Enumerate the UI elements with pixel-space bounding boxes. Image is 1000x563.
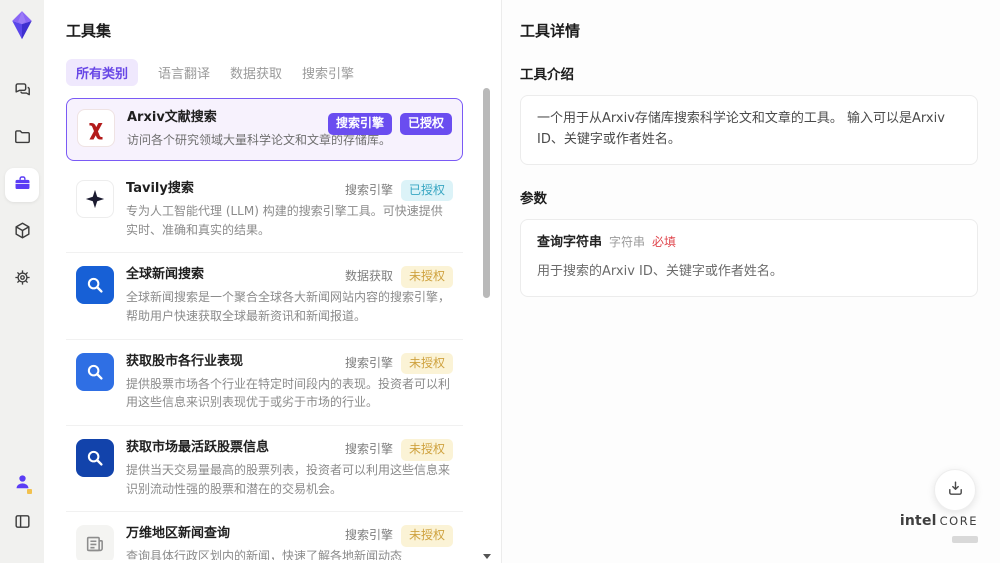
tool-description: 提供当天交易量最高的股票列表，投资者可以利用这些信息来识别流动性强的股票和潜在的…: [126, 463, 451, 496]
intel-wordmark: intel: [899, 513, 937, 530]
tool-badges: 搜索引擎 未授权: [345, 525, 453, 547]
panel-toggle-icon: [13, 512, 32, 535]
auth-status-badge: 未授权: [400, 352, 453, 375]
sidebar-item-account[interactable]: [5, 466, 39, 500]
param-box: 查询字符串 字符串 必填 用于搜索的Arxiv ID、关键字或作者姓名。: [520, 218, 978, 298]
param-description: 用于搜索的Arxiv ID、关键字或作者姓名。: [537, 264, 783, 280]
briefcase-icon: [13, 174, 32, 197]
category-badge: 搜索引擎: [344, 441, 393, 456]
tavily-icon: [76, 179, 114, 218]
auth-status-badge: 未授权: [400, 266, 453, 288]
tool-detail-panel: 工具详情 工具介绍 一个用于从Arxiv存储库搜索科学论文和文章的工具。 输入可…: [502, 0, 1000, 563]
tool-description: 提供股票市场各个行业在特定时间段内的表现。投资者可以利用这些信息来识别表现优于或…: [126, 376, 451, 410]
tool-list: χ Arxiv文献搜索 访问各个研究领域大量科学论文和文章的存储库。 搜索引擎 …: [66, 98, 501, 560]
chat-icon: [13, 80, 32, 103]
category-badge: 搜索引擎: [344, 528, 393, 543]
auth-status-badge: 已授权: [399, 113, 452, 135]
stock-active-icon: [76, 438, 114, 477]
download-button[interactable]: [934, 469, 976, 511]
list-item-global-news-search[interactable]: 全球新闻搜索 全球新闻搜索是一个聚合全球各大新闻网站内容的搜索引擎，帮助用户快速…: [66, 253, 463, 340]
scrollbar-down-arrow[interactable]: [483, 554, 491, 559]
tab-all-categories[interactable]: 所有类别: [66, 59, 139, 86]
tools-panel: 工具集 所有类别 语言翻译 数据获取 搜索引擎 χ Arxiv文献搜索 访问各个研究领…: [44, 0, 502, 563]
sidebar-item-chat[interactable]: [5, 74, 39, 108]
list-item-tavily-search[interactable]: Tavily搜索 专为人工智能代理 (LLM) 构建的搜索引擎工具。可快速提供实…: [66, 167, 463, 254]
list-item-stock-industry-performance[interactable]: 获取股市各行业表现 提供股票市场各个行业在特定时间段内的表现。投资者可以利用这些…: [66, 340, 463, 426]
folder-icon: [13, 127, 32, 150]
auth-status-badge: 已授权: [400, 179, 453, 202]
param-name: 查询字符串: [537, 234, 603, 250]
app-logo-gem-icon: [9, 10, 35, 40]
tool-description: 专为人工智能代理 (LLM) 构建的搜索引擎工具。可快速提供实时、准确和真实的结…: [126, 203, 443, 237]
left-rail: [0, 0, 44, 563]
tool-description: 全球新闻搜索是一个聚合全球各大新闻网站内容的搜索引擎，帮助用户快速获取全球最新资…: [126, 290, 451, 323]
tool-badges: 搜索引擎 已授权: [327, 113, 452, 135]
tool-badges: 数据获取 未授权: [345, 266, 453, 288]
tab-language-translation[interactable]: 语言翻译: [158, 59, 210, 86]
sidebar-item-toolbox[interactable]: [5, 168, 39, 202]
sidebar-item-settings[interactable]: [5, 262, 39, 296]
category-badge: 搜索引擎: [327, 113, 392, 135]
stock-industry-icon: [76, 352, 114, 391]
list-scrollbar[interactable]: [483, 84, 491, 559]
scrollbar-thumb[interactable]: [483, 88, 490, 298]
category-badge: 搜索引擎: [344, 182, 393, 197]
tool-description: 查询具体行政区划内的新闻，快速了解各地新闻动态: [126, 549, 403, 560]
intel-core-logo: intel CORE: [899, 513, 978, 547]
intro-text: 一个用于从Arxiv存储库搜索科学论文和文章的工具。 输入可以是Arxiv ID…: [537, 111, 945, 147]
user-status-dot: [27, 489, 32, 494]
gear-icon: [13, 268, 32, 291]
list-item-most-active-stocks[interactable]: 获取市场最活跃股票信息 提供当天交易量最高的股票列表，投资者可以利用这些信息来识…: [66, 426, 463, 513]
tab-search-engine[interactable]: 搜索引擎: [302, 59, 354, 86]
category-badge: 数据获取: [344, 269, 393, 284]
param-header: 查询字符串 字符串 必填: [537, 233, 961, 254]
list-item-arxiv-search[interactable]: χ Arxiv文献搜索 访问各个研究领域大量科学论文和文章的存储库。 搜索引擎 …: [66, 98, 463, 161]
intel-ultra-badge: [952, 536, 978, 544]
cube-icon: [13, 221, 32, 244]
tool-badges: 搜索引擎 已授权: [344, 179, 453, 202]
tool-badges: 搜索引擎 未授权: [344, 352, 453, 375]
auth-status-badge: 未授权: [400, 438, 453, 461]
tool-badges: 搜索引擎 未授权: [344, 438, 453, 461]
core-wordmark: CORE: [939, 514, 978, 529]
sidebar-item-files[interactable]: [5, 121, 39, 155]
page-title: 工具集: [66, 22, 112, 40]
intro-heading: 工具介绍: [520, 67, 574, 83]
detail-title: 工具详情: [520, 22, 581, 40]
list-item-regional-news-query[interactable]: 万维地区新闻查询 查询具体行政区划内的新闻，快速了解各地新闻动态 搜索引擎 未授…: [66, 512, 463, 560]
category-tabs: 所有类别 语言翻译 数据获取 搜索引擎: [66, 59, 501, 86]
app-window: 工具集 所有类别 语言翻译 数据获取 搜索引擎 χ Arxiv文献搜索 访问各个研究领…: [0, 0, 1000, 563]
arxiv-icon: χ: [77, 109, 115, 147]
tab-data-fetch[interactable]: 数据获取: [230, 59, 282, 86]
sidebar-item-collapse-panel[interactable]: [5, 506, 39, 540]
param-type: 字符串: [609, 234, 646, 249]
params-heading: 参数: [520, 190, 547, 207]
auth-status-badge: 未授权: [400, 525, 453, 547]
param-required-badge: 必填: [652, 234, 677, 249]
regional-news-icon: [76, 525, 114, 560]
intro-box: 一个用于从Arxiv存储库搜索科学论文和文章的工具。 输入可以是Arxiv ID…: [520, 95, 978, 165]
download-icon: [946, 479, 965, 502]
sidebar-item-packages[interactable]: [5, 215, 39, 249]
category-badge: 搜索引擎: [344, 355, 393, 370]
news-search-icon: [76, 266, 114, 305]
